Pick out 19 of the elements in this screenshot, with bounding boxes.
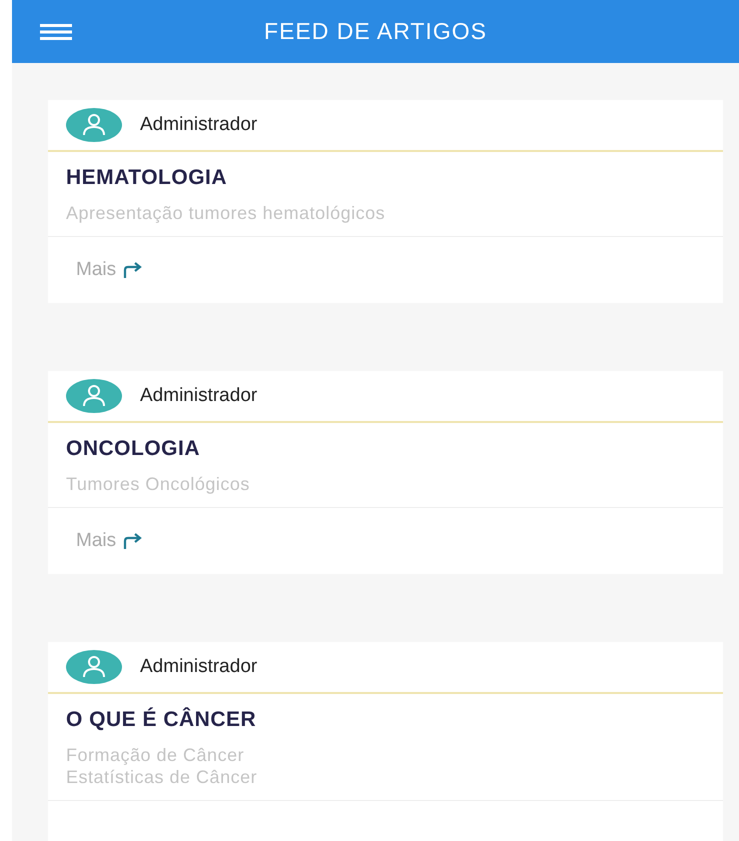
- page-title: FEED DE ARTIGOS: [264, 18, 488, 45]
- user-avatar-icon: [66, 108, 122, 142]
- article-description: Apresentação tumores hematológicos: [66, 202, 386, 224]
- more-link[interactable]: Mais: [76, 259, 144, 281]
- author-name: Administrador: [140, 114, 258, 136]
- user-avatar-icon: [66, 379, 122, 413]
- author-name: Administrador: [140, 656, 258, 678]
- article-title: ONCOLOGIA: [66, 437, 201, 461]
- share-arrow-icon: [122, 262, 144, 278]
- article-title: HEMATOLOGIA: [66, 166, 228, 190]
- article-description: Estatísticas de Câncer: [66, 766, 258, 788]
- article-description: Tumores Oncológicos: [66, 473, 251, 495]
- article-description: Formação de Câncer: [66, 744, 246, 766]
- share-arrow-icon: [122, 533, 144, 549]
- article-title: O QUE É CÂNCER: [66, 708, 258, 732]
- menu-icon[interactable]: [40, 22, 72, 40]
- more-link[interactable]: Mais: [76, 530, 144, 552]
- user-avatar-icon: [66, 650, 122, 684]
- author-name: Administrador: [140, 385, 258, 407]
